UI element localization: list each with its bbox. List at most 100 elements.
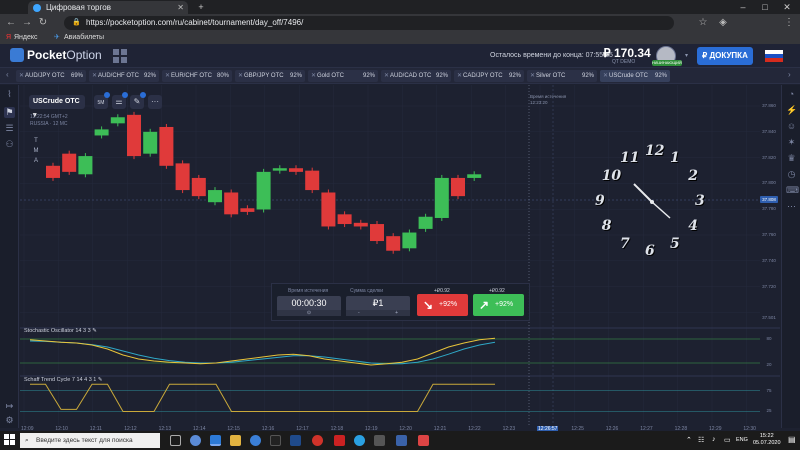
task-view-icon[interactable]	[170, 435, 181, 446]
amount-field[interactable]: ₽1 - +	[346, 296, 410, 316]
opera-icon[interactable]	[312, 435, 323, 446]
asset-tab[interactable]: ✕ USCrude OTC 92%	[600, 70, 670, 82]
indicator-tool-icon[interactable]: M	[30, 146, 42, 156]
logo[interactable]: PocketOption	[10, 48, 102, 62]
forward-icon[interactable]: →	[20, 16, 34, 30]
pending-icon[interactable]: ◷	[786, 169, 797, 180]
asset-tab[interactable]: ✕ AUD/JPY OTC 69%	[16, 70, 86, 82]
network-icon[interactable]: ☷	[698, 436, 704, 444]
app-icon[interactable]	[396, 435, 407, 446]
asset-selector[interactable]: USCrude OTC ▾	[29, 95, 85, 119]
asset-tab[interactable]: ✕ EUR/CHF OTC 80%	[162, 70, 232, 82]
grid-menu-icon[interactable]	[113, 49, 127, 63]
asset-tab[interactable]: ✕ AUD/CAD OTC 92%	[381, 70, 451, 82]
volume-icon[interactable]: ♪	[712, 436, 716, 443]
close-icon[interactable]: ✕	[165, 70, 170, 82]
browser-tab[interactable]: Цифровая торгов ✕	[28, 1, 188, 14]
app-icon[interactable]	[374, 435, 385, 446]
sell-button[interactable]: ↘ +92%	[417, 294, 468, 316]
chevron-down-icon[interactable]: ▾	[685, 52, 688, 59]
extension-icon[interactable]: ◈	[716, 16, 730, 30]
list-icon[interactable]: ☰	[4, 123, 15, 134]
flag-tournament-icon[interactable]: ⚑	[4, 107, 15, 118]
back-icon[interactable]: ←	[4, 16, 18, 30]
close-icon[interactable]: ✕	[92, 70, 97, 82]
asset-tab[interactable]: ✕ AUD/CHF OTC 92%	[89, 70, 159, 82]
app-icon[interactable]	[418, 435, 429, 446]
close-icon[interactable]: ✕	[311, 70, 316, 82]
gamepad-icon[interactable]: ⚇	[4, 139, 15, 150]
app-icon[interactable]	[190, 435, 201, 446]
asset-tab[interactable]: ✕ CAD/JPY OTC 92%	[454, 70, 524, 82]
tray-chevron-icon[interactable]: ⌃	[686, 436, 692, 444]
schaff-label[interactable]: Schaff Trend Cycle 7 14 4 3 1 ✎	[24, 377, 103, 383]
star-icon[interactable]: ☆	[696, 16, 710, 30]
text-tool-icon[interactable]: T	[30, 136, 42, 146]
address-bar: ← → ↻ 🔒 https://pocketoption.com/ru/cabi…	[0, 14, 800, 32]
battery-icon[interactable]: ▭	[724, 436, 731, 444]
maximize-icon[interactable]: □	[754, 0, 776, 14]
expiry-time-field[interactable]: 00:00:30 ⊙	[277, 296, 341, 316]
telegram-icon[interactable]	[354, 435, 365, 446]
stochastic-label[interactable]: Stochastic Oscillator 14 3 3 ✎	[24, 328, 97, 334]
app-icon[interactable]	[334, 435, 345, 446]
tray-date: 05.07.2020	[753, 440, 781, 446]
new-tab-button[interactable]: +	[190, 0, 212, 14]
edit-icon[interactable]: ✎	[92, 328, 97, 334]
tray-clock[interactable]: 15:22 05.07.2020	[753, 433, 781, 447]
close-icon[interactable]: ✕	[19, 70, 24, 82]
more-tools-button[interactable]: ···	[148, 95, 162, 109]
hotkeys-icon[interactable]: ⌨	[786, 185, 799, 196]
express-icon[interactable]: ✶	[786, 137, 797, 148]
close-icon[interactable]: ✕	[238, 70, 243, 82]
candle	[46, 165, 60, 178]
tray-time: 15:22	[759, 433, 774, 439]
folder-icon[interactable]	[230, 435, 241, 446]
more-icon[interactable]: ⋯	[786, 201, 797, 212]
buy-button[interactable]: ↗ +92%	[473, 294, 524, 316]
amount-plus-button[interactable]: +	[395, 310, 398, 316]
alpha-tool-icon[interactable]: A	[30, 156, 42, 166]
close-icon[interactable]: ✕	[603, 70, 608, 82]
social-icon[interactable]: ☺	[786, 121, 797, 132]
favicon-icon	[33, 4, 41, 12]
close-icon[interactable]: ✕	[384, 70, 389, 82]
notifications-icon[interactable]: ▤	[788, 435, 796, 444]
edit-icon[interactable]: ✎	[98, 377, 103, 383]
lock-icon: 🔒	[72, 19, 81, 26]
amount-minus-button[interactable]: -	[358, 310, 360, 316]
minimize-icon[interactable]: –	[732, 0, 754, 14]
close-tab-icon[interactable]: ✕	[177, 1, 184, 14]
tournament-icon[interactable]: ♛	[786, 153, 797, 164]
asset-tab[interactable]: ✕ Silver OTC 92%	[527, 70, 597, 82]
url-input[interactable]: 🔒 https://pocketoption.com/ru/cabinet/to…	[64, 16, 674, 30]
signals-icon[interactable]: ⚡	[786, 105, 797, 116]
input-language[interactable]: ENG	[736, 437, 748, 443]
logout-icon[interactable]: ↦	[4, 401, 15, 412]
taskbar-search-input[interactable]: ⌕ Введите здесь текст для поиска	[20, 433, 160, 448]
skype-icon[interactable]	[250, 435, 261, 446]
bookmark-yandex[interactable]: Яндекс	[14, 32, 38, 44]
reload-icon[interactable]: ↻	[36, 16, 50, 30]
menu-icon[interactable]: ⋮	[782, 16, 796, 30]
settings-icon[interactable]: ⚙	[4, 415, 15, 426]
bookmark-avia[interactable]: Авиабилеты	[64, 32, 104, 44]
close-icon[interactable]: ✕	[457, 70, 462, 82]
topup-button[interactable]: ₽ ДОКУПКА	[697, 47, 753, 65]
chevron-left-icon[interactable]: ‹	[6, 70, 9, 79]
asset-tab[interactable]: ✕ GBP/JPY OTC 92%	[235, 70, 305, 82]
asset-tab-payout: 92%	[289, 73, 302, 79]
asset-tab[interactable]: ✕ Gold OTC 92%	[308, 70, 378, 82]
app-icon[interactable]	[290, 435, 301, 446]
trades-icon[interactable]: ◔	[786, 89, 797, 100]
close-window-icon[interactable]: ✕	[776, 0, 798, 14]
close-icon[interactable]: ✕	[530, 70, 535, 82]
browser-tab-title: Цифровая торгов	[46, 3, 111, 12]
chevron-right-icon[interactable]: ›	[788, 70, 791, 79]
app-icon[interactable]	[270, 435, 281, 446]
chart-line-icon[interactable]: ⌇	[4, 89, 15, 100]
account-balance[interactable]: ₽ 170.34	[603, 46, 651, 60]
language-flag-icon[interactable]	[765, 50, 783, 62]
windows-start-icon[interactable]	[4, 434, 16, 446]
edge-icon[interactable]	[210, 435, 221, 446]
